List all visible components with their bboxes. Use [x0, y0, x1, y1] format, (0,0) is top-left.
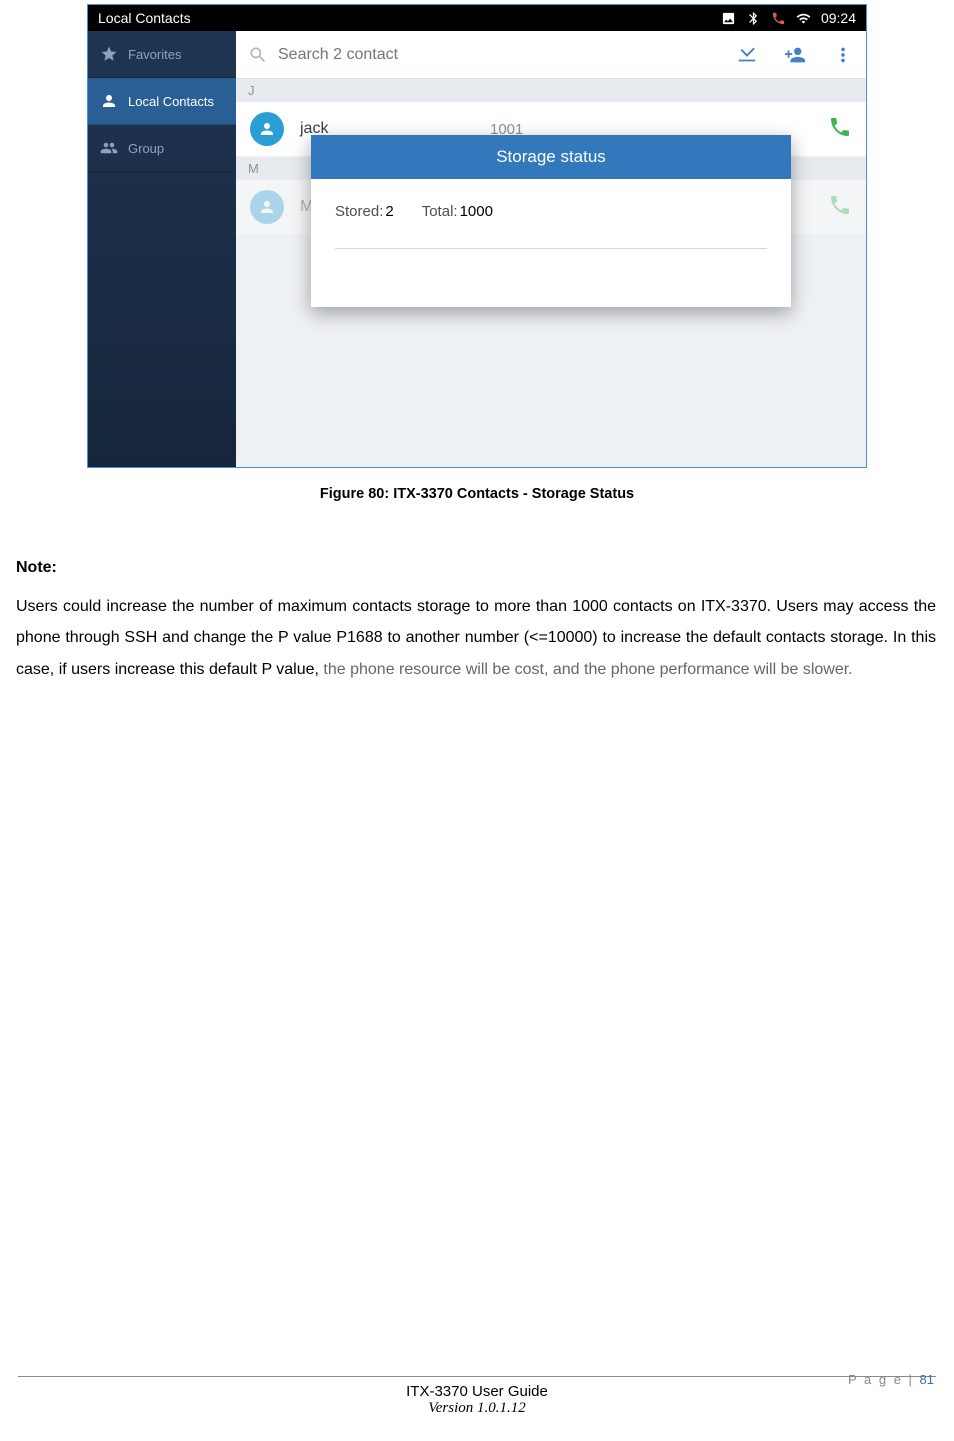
- contact-row[interactable]: jack 1001: [236, 102, 866, 157]
- footer-rule: P a g e | 81: [18, 1376, 936, 1377]
- call-button[interactable]: [828, 115, 852, 144]
- star-icon: [100, 45, 118, 63]
- menu-icon[interactable]: [832, 44, 854, 66]
- call-button[interactable]: [828, 193, 852, 222]
- footer-version: Version 1.0.1.12: [0, 1400, 954, 1417]
- search-icon: [248, 45, 268, 65]
- missed-call-icon[interactable]: [736, 44, 758, 66]
- contact-number: 1001: [490, 121, 828, 138]
- searchbar: [236, 31, 866, 79]
- status-bar: Local Contacts 09:24: [88, 5, 866, 31]
- contact-name: jack: [300, 120, 490, 138]
- section-header-j: J: [236, 79, 866, 102]
- contact-name: Michael: [300, 198, 490, 216]
- phone-icon: [828, 115, 852, 139]
- avatar: [250, 190, 284, 224]
- person-icon: [258, 120, 276, 138]
- note-body-tail: the phone resource will be cost, and the…: [323, 661, 852, 678]
- app-body: Favorites Local Contacts Group: [88, 31, 866, 467]
- person-icon: [258, 198, 276, 216]
- contact-number: 1002: [490, 199, 828, 216]
- avatar: [250, 112, 284, 146]
- sidebar-item-label: Group: [128, 141, 164, 156]
- note-section: Note: Users could increase the number of…: [0, 552, 954, 685]
- image-icon: [721, 11, 736, 26]
- main-panel: J jack 1001 M Michael 1002 Storage statu…: [236, 31, 866, 467]
- section-header-m: M: [236, 157, 866, 180]
- divider: [335, 248, 767, 249]
- note-body: Users could increase the number of maxim…: [16, 591, 936, 685]
- page-footer: P a g e | 81 ITX-3370 User Guide Version…: [0, 1376, 954, 1417]
- wifi-icon: [796, 11, 811, 26]
- search-input[interactable]: [268, 46, 736, 64]
- sidebar-item-local-contacts[interactable]: Local Contacts: [88, 78, 236, 125]
- phone-notify-icon: [771, 11, 786, 26]
- page-marker: P a g e | 81: [848, 1372, 934, 1387]
- person-icon: [100, 92, 118, 110]
- footer-title: ITX-3370 User Guide: [0, 1383, 954, 1400]
- statusbar-title: Local Contacts: [98, 10, 721, 26]
- statusbar-time: 09:24: [821, 10, 856, 26]
- sidebar-item-favorites[interactable]: Favorites: [88, 31, 236, 78]
- device-screenshot: Local Contacts 09:24 Favorites Local Con…: [87, 4, 867, 468]
- bluetooth-icon: [746, 11, 761, 26]
- sidebar-item-group[interactable]: Group: [88, 125, 236, 172]
- add-contact-icon[interactable]: [784, 44, 806, 66]
- contact-row[interactable]: Michael 1002: [236, 180, 866, 235]
- sidebar-item-label: Local Contacts: [128, 94, 214, 109]
- figure-caption: Figure 80: ITX-3370 Contacts - Storage S…: [0, 486, 954, 502]
- statusbar-icons: 09:24: [721, 10, 856, 26]
- group-icon: [100, 139, 118, 157]
- sidebar-item-label: Favorites: [128, 47, 181, 62]
- note-heading: Note:: [16, 552, 936, 583]
- sidebar: Favorites Local Contacts Group: [88, 31, 236, 467]
- phone-icon: [828, 193, 852, 217]
